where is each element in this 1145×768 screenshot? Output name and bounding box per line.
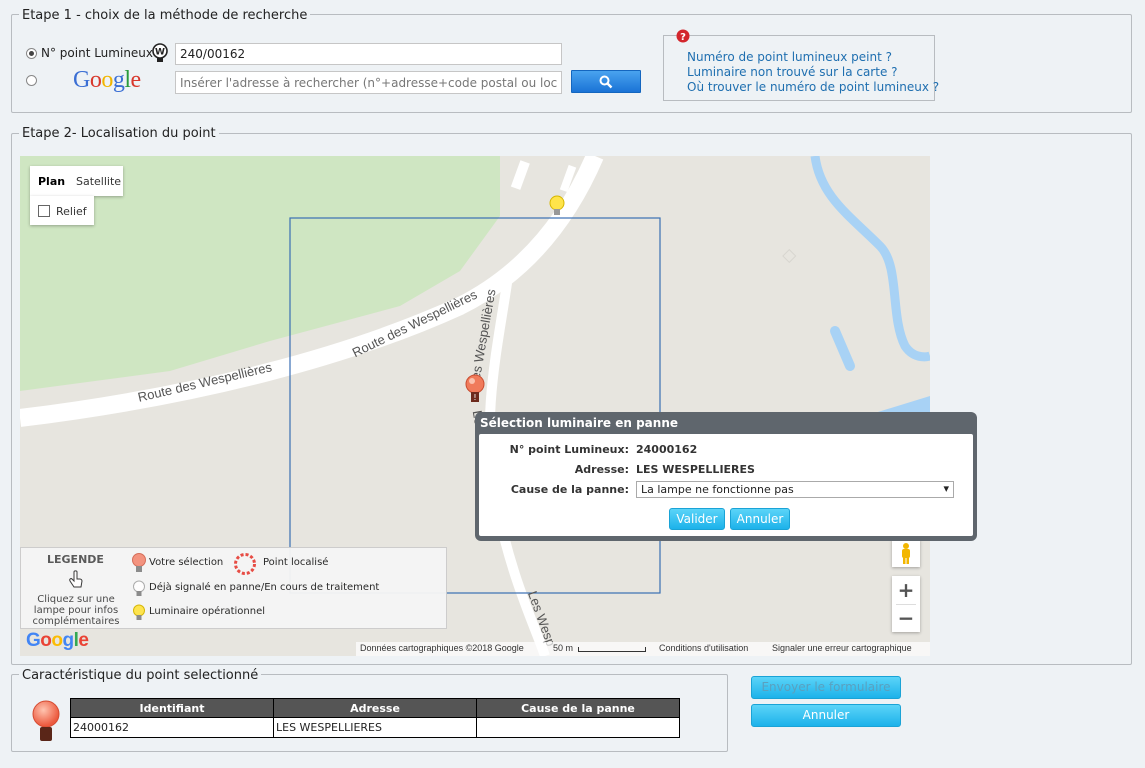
dialog-address-value: LES WESPELLIERES (636, 463, 755, 476)
col-cause: Cause de la panne (476, 698, 680, 718)
map-attribution: Données cartographiques ©2018 Google 50 … (356, 642, 930, 656)
radio-point-label: N° point Lumineux (41, 46, 154, 60)
dialog-point-label: N° point Lumineux: (509, 443, 629, 456)
map-scale-bar (578, 647, 646, 652)
dialog-title: Sélection luminaire en panne (480, 416, 678, 430)
dialog-body: N° point Lumineux: 24000162 Adresse: LES… (479, 434, 973, 536)
cancel-form-button[interactable]: Annuler (751, 704, 901, 727)
svg-text:W: W (155, 48, 165, 58)
selection-lamp-icon (132, 553, 146, 572)
lightbulb-w-icon: W (152, 43, 168, 62)
send-form-button[interactable]: Envoyer le formulaire (751, 676, 901, 699)
dialog-point-value: 24000162 (636, 443, 698, 456)
zoom-out-button[interactable]: − (892, 606, 920, 630)
relief-checkbox[interactable] (38, 205, 50, 217)
legend-item-selection: Votre sélection (149, 557, 224, 568)
help-link-painted-number[interactable]: Numéro de point lumineux peint ? (687, 50, 892, 64)
operational-lamp-legend-icon (133, 604, 145, 620)
pegman-icon (902, 543, 910, 564)
map-type-satellite[interactable]: Satellite (76, 175, 121, 188)
dialog-cancel-button[interactable]: Annuler (730, 508, 790, 530)
zoom-divider (896, 604, 916, 605)
relief-label: Relief (56, 205, 87, 218)
help-link-not-found[interactable]: Luminaire non trouvé sur la carte ? (687, 65, 898, 79)
dialog-validate-button[interactable]: Valider (669, 508, 725, 530)
reported-lamp-icon (133, 580, 145, 596)
cause-select[interactable]: La lampe ne fonctionne pas (636, 481, 954, 498)
legend-item-reported: Déjà signalé en panne/En cours de traite… (149, 582, 380, 593)
selected-lamp-large-icon (32, 700, 60, 741)
help-link-where-number[interactable]: Où trouver le numéro de point lumineux ? (687, 80, 939, 94)
address-search-input[interactable] (175, 71, 562, 94)
map-report-link[interactable]: Signaler une erreur cartographique (772, 643, 912, 653)
legend-title: LEGENDE (47, 553, 104, 566)
zoom-in-button[interactable]: + (892, 578, 920, 602)
table-row: 24000162 LES WESPELLIERES (70, 717, 680, 738)
zoom-control: + − (892, 576, 920, 632)
cell-cause (476, 717, 680, 738)
map-data-credit: Données cartographiques ©2018 Google (360, 643, 524, 653)
svg-text:?: ? (680, 32, 686, 43)
street-view-control[interactable] (892, 539, 920, 567)
selected-lamp-icon[interactable]: ! (464, 373, 486, 405)
fault-selection-dialog: Sélection luminaire en panne N° point Lu… (475, 412, 977, 541)
map-terms-link[interactable]: Conditions d'utilisation (659, 643, 748, 653)
help-icon: ? (676, 29, 690, 43)
radio-point-lumineux[interactable] (26, 48, 37, 59)
map-type-plan[interactable]: Plan (38, 175, 65, 188)
legend-hint: Cliquez sur une lampe pour infos complém… (32, 594, 120, 627)
dialog-cause-label: Cause de la panne: (510, 483, 629, 496)
relief-control: Relief (30, 196, 94, 225)
cell-adresse: LES WESPELLIERES (273, 717, 477, 738)
step3-legend: Caractéristique du point selectionné (19, 668, 262, 683)
col-identifiant: Identifiant (70, 698, 274, 718)
map-legend: LEGENDE Cliquez sur une lampe pour infos… (20, 547, 447, 629)
help-box: ? Numéro de point lumineux peint ? Lumin… (663, 29, 939, 101)
map-google-logo: Google (26, 630, 89, 651)
table-header-row: Identifiant Adresse Cause de la panne (70, 698, 680, 718)
radio-google[interactable] (26, 75, 37, 86)
search-icon (599, 75, 613, 89)
operational-lamp-icon[interactable] (548, 194, 566, 218)
located-point-icon (234, 553, 256, 575)
map-type-control: Plan Satellite (30, 166, 123, 196)
cause-select-value: La lampe ne fonctionne pas (641, 483, 794, 496)
svg-text:!: ! (473, 393, 476, 402)
google-logo: Google (73, 67, 141, 93)
legend-item-operational: Luminaire opérationnel (149, 606, 266, 617)
selected-point-table: Identifiant Adresse Cause de la panne 24… (70, 698, 680, 738)
cell-identifiant: 24000162 (70, 717, 274, 738)
step1-legend: Etape 1 - choix de la méthode de recherc… (19, 8, 311, 23)
search-button[interactable] (571, 70, 641, 93)
legend-item-located: Point localisé (263, 557, 329, 568)
dialog-address-label: Adresse: (574, 463, 629, 476)
step2-legend: Etape 2- Localisation du point (19, 126, 219, 141)
hand-pointer-icon (69, 570, 83, 588)
point-number-input[interactable] (175, 43, 562, 65)
col-adresse: Adresse (273, 698, 477, 718)
map-scale-label: 50 m (553, 643, 574, 653)
